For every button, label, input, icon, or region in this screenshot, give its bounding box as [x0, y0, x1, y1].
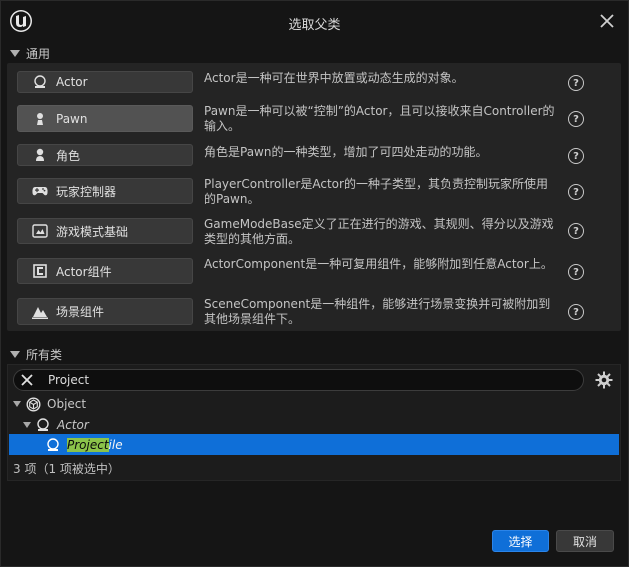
- class-button-player-controller[interactable]: 玩家控制器: [17, 178, 193, 204]
- class-description-actor: Actor是一种可在世界中放置或动态生成的对象。: [204, 71, 464, 85]
- tree-label-actor: Actor: [57, 418, 89, 432]
- all-classes-section-header[interactable]: 所有类: [6, 345, 62, 363]
- actor-icon: [32, 74, 48, 90]
- close-icon[interactable]: [598, 12, 616, 30]
- collapse-arrow-icon: [10, 350, 20, 358]
- cancel-button[interactable]: 取消: [556, 530, 614, 552]
- help-icon[interactable]: ?: [568, 304, 584, 320]
- class-button-pawn[interactable]: Pawn: [17, 105, 193, 132]
- class-button-label: Pawn: [56, 111, 88, 126]
- pawn-icon: [32, 111, 48, 127]
- class-description-scene-component: SceneComponent是一种组件，能够进行场景变换并可被附加到其他场景组件…: [204, 297, 551, 326]
- help-icon[interactable]: ?: [568, 223, 584, 239]
- gamemode-icon: [32, 223, 48, 239]
- help-icon[interactable]: ?: [568, 184, 584, 200]
- search-match-highlight: Project: [67, 438, 109, 452]
- pick-parent-class-dialog: 选取父类 通用 Actor Actor是一种可在世界中放置或动态生成的对象。 ?…: [0, 0, 629, 567]
- class-button-character[interactable]: 角色: [17, 144, 193, 166]
- class-button-label: 游戏模式基础: [56, 224, 129, 239]
- tree-row-projectile[interactable]: Project ile: [45, 435, 123, 455]
- character-icon: [32, 147, 48, 163]
- help-icon[interactable]: ?: [568, 111, 584, 127]
- tree-row-actor[interactable]: Actor: [23, 415, 89, 435]
- dialog-title: 选取父类: [288, 18, 341, 33]
- actor-icon: [35, 417, 51, 433]
- collapse-arrow-icon: [10, 49, 20, 57]
- title-bar: 选取父类: [1, 1, 628, 43]
- actor-component-icon: [32, 263, 48, 279]
- help-icon[interactable]: ?: [568, 148, 584, 164]
- class-button-actor-component[interactable]: Actor组件: [17, 258, 193, 284]
- class-button-label: 玩家控制器: [56, 184, 117, 199]
- class-description-character: 角色是Pawn的一种类型，增加了可四处走动的功能。: [204, 145, 488, 159]
- select-button[interactable]: 选择: [492, 530, 549, 552]
- class-description-game-mode-base: GameModeBase定义了正在进行的游戏、其规则、得分以及游戏类型的其他方面…: [204, 217, 554, 246]
- class-button-label: 角色: [56, 148, 81, 163]
- class-button-scene-component[interactable]: 场景组件: [17, 298, 193, 325]
- actor-icon: [45, 437, 61, 453]
- common-section-header[interactable]: 通用: [6, 44, 50, 62]
- search-input[interactable]: Project: [48, 373, 89, 387]
- help-icon[interactable]: ?: [568, 75, 584, 91]
- tree-label-rest: ile: [108, 438, 123, 452]
- help-icon[interactable]: ?: [568, 264, 584, 280]
- class-description-player-controller: PlayerController是Actor的一种子类型，其负责控制玩家所使用的…: [204, 177, 548, 206]
- object-icon: [25, 396, 41, 412]
- class-button-label: 场景组件: [56, 305, 105, 319]
- all-classes-section-label: 所有类: [26, 347, 63, 362]
- class-description-actor-component: ActorComponent是一种可复用组件，能够附加到任意Actor上。: [204, 257, 553, 271]
- expand-arrow-icon[interactable]: [23, 422, 31, 428]
- gear-icon[interactable]: [595, 371, 613, 389]
- expand-arrow-icon[interactable]: [13, 401, 21, 407]
- tree-row-object[interactable]: Object: [13, 394, 86, 414]
- class-description-pawn: Pawn是一种可以被“控制”的Actor，且可以接收来自Controller的输…: [204, 104, 555, 133]
- common-section-label: 通用: [26, 46, 51, 61]
- tree-label-object: Object: [47, 397, 87, 411]
- class-button-game-mode-base[interactable]: 游戏模式基础: [17, 218, 193, 244]
- scene-component-icon: [32, 304, 48, 320]
- class-button-label: Actor: [56, 75, 88, 89]
- clear-search-icon[interactable]: [20, 373, 34, 387]
- class-button-actor[interactable]: Actor: [17, 71, 193, 93]
- item-count-status: 3 项（1 项被选中）: [13, 462, 120, 476]
- class-search-box[interactable]: Project: [13, 369, 584, 391]
- gamepad-icon: [32, 183, 48, 199]
- class-button-label: Actor组件: [56, 264, 112, 279]
